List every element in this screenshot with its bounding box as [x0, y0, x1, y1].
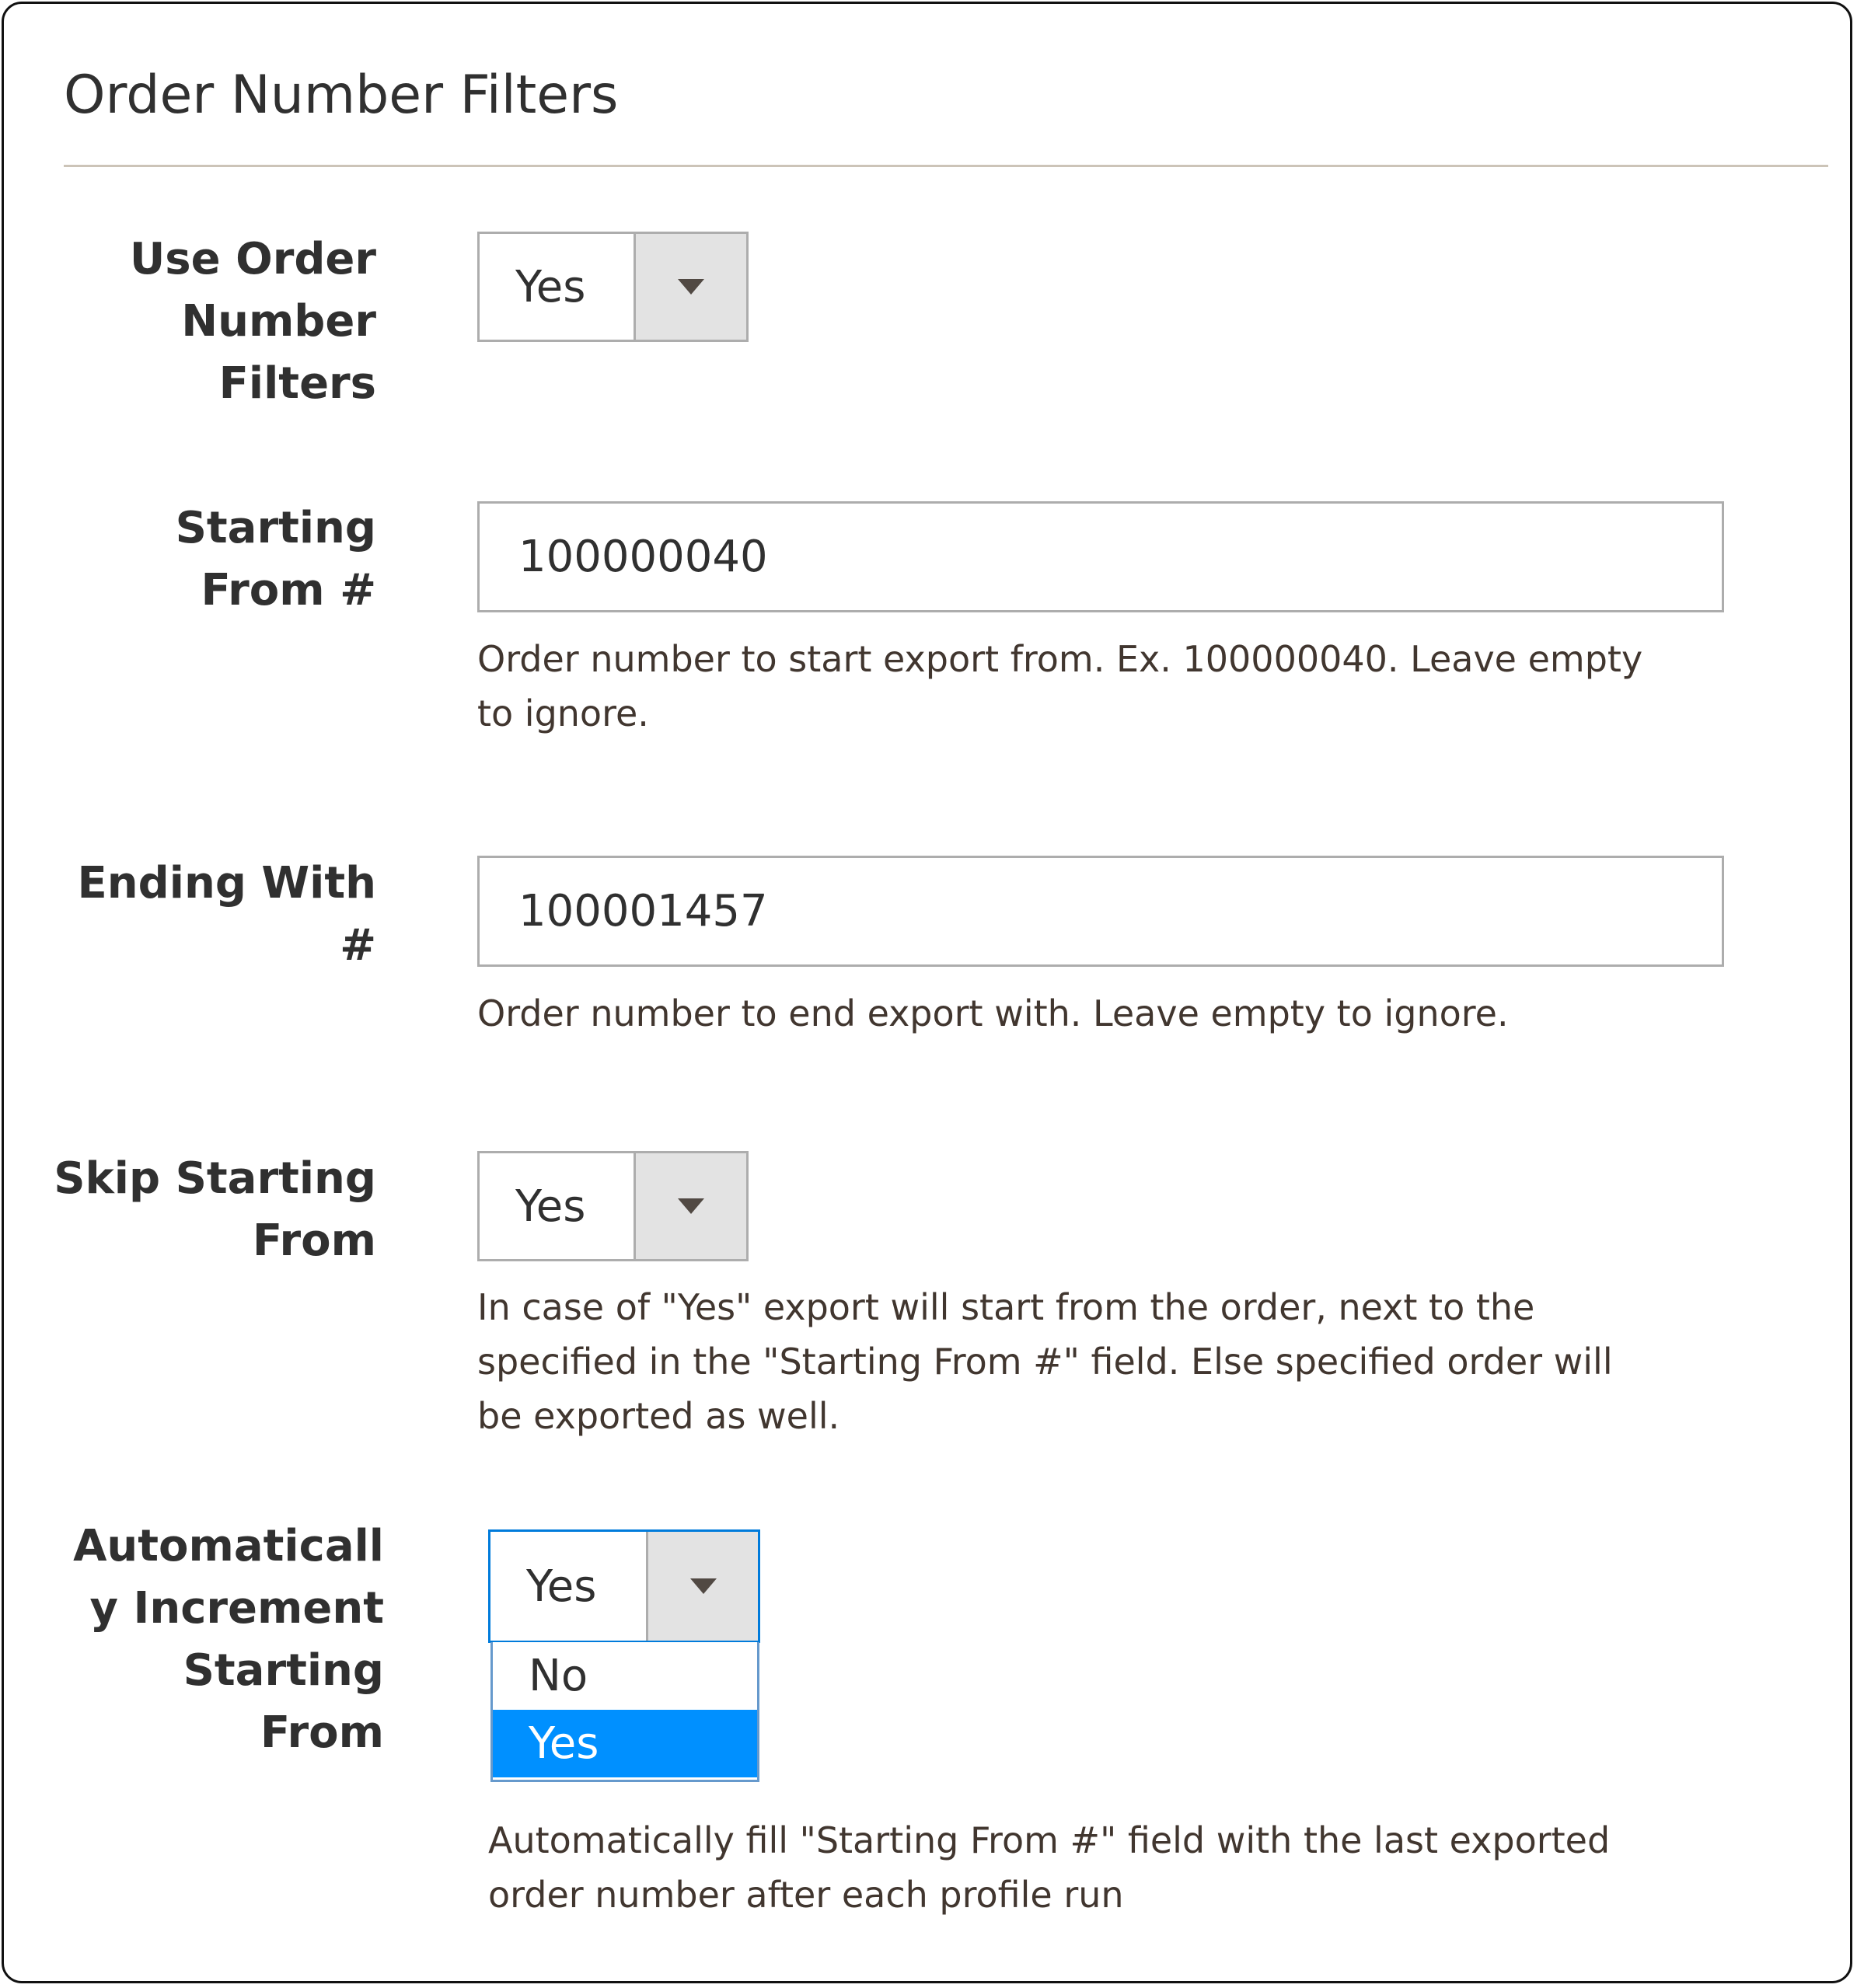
note-line: to ignore. — [477, 692, 649, 734]
note-line: In case of "Yes" export will start from … — [477, 1286, 1535, 1328]
option-no[interactable]: No — [493, 1642, 757, 1710]
note-line: Order number to end export with. Leave e… — [477, 992, 1509, 1034]
label-line: From — [260, 1707, 384, 1758]
use-filters-label: Use Order Number Filters — [50, 228, 376, 415]
label-line: From — [252, 1215, 376, 1266]
label-line: # — [340, 920, 376, 971]
label-line: From # — [201, 565, 376, 616]
chevron-down-icon — [678, 279, 704, 295]
chevron-down-icon — [678, 1198, 704, 1214]
ending-with-input[interactable] — [477, 856, 1724, 967]
select-value: Yes — [526, 1561, 597, 1612]
label-line: Starting — [183, 1645, 384, 1696]
label-line: Skip Starting — [54, 1153, 376, 1204]
section-divider — [64, 165, 1828, 167]
starting-from-label: Starting From # — [50, 497, 376, 622]
label-line: Starting — [175, 503, 376, 553]
starting-from-note: Order number to start export from. Ex. 1… — [477, 632, 1737, 741]
skip-starting-select[interactable]: Yes — [477, 1151, 749, 1261]
skip-starting-label: Skip Starting From — [50, 1148, 376, 1272]
ending-with-label: Ending With # — [50, 853, 376, 977]
auto-increment-note: Automatically fill "Starting From #" fie… — [488, 1813, 1747, 1922]
select-value: Yes — [515, 1181, 586, 1232]
use-filters-select[interactable]: Yes — [477, 232, 749, 342]
ending-with-note: Order number to end export with. Leave e… — [477, 986, 1737, 1041]
dropdown-toggle[interactable] — [634, 1153, 746, 1259]
auto-increment-select[interactable]: Yes — [488, 1529, 760, 1643]
note-line: Order number to start export from. Ex. 1… — [477, 638, 1643, 680]
label-line: Ending With — [77, 858, 376, 909]
label-line: Use Order — [129, 234, 376, 284]
select-value: Yes — [515, 261, 586, 312]
note-line: Automatically fill "Starting From #" fie… — [488, 1819, 1611, 1861]
dropdown-toggle[interactable] — [646, 1532, 758, 1641]
label-line: Automaticall — [73, 1521, 384, 1571]
label-line: Number — [181, 296, 376, 347]
section-title: Order Number Filters — [64, 65, 619, 126]
note-line: specified in the "Starting From #" field… — [477, 1341, 1613, 1383]
label-line: Filters — [218, 358, 376, 409]
option-yes[interactable]: Yes — [493, 1710, 757, 1777]
skip-starting-note: In case of "Yes" export will start from … — [477, 1280, 1737, 1443]
dropdown-toggle[interactable] — [634, 234, 746, 340]
auto-increment-label: Automaticall y Increment Starting From — [58, 1515, 384, 1764]
note-line: order number after each profile run — [488, 1874, 1124, 1916]
label-line: y Increment — [89, 1583, 384, 1634]
starting-from-input[interactable] — [477, 501, 1724, 612]
note-line: be exported as well. — [477, 1395, 840, 1437]
auto-increment-options: No Yes — [490, 1642, 759, 1782]
chevron-down-icon — [689, 1578, 717, 1594]
